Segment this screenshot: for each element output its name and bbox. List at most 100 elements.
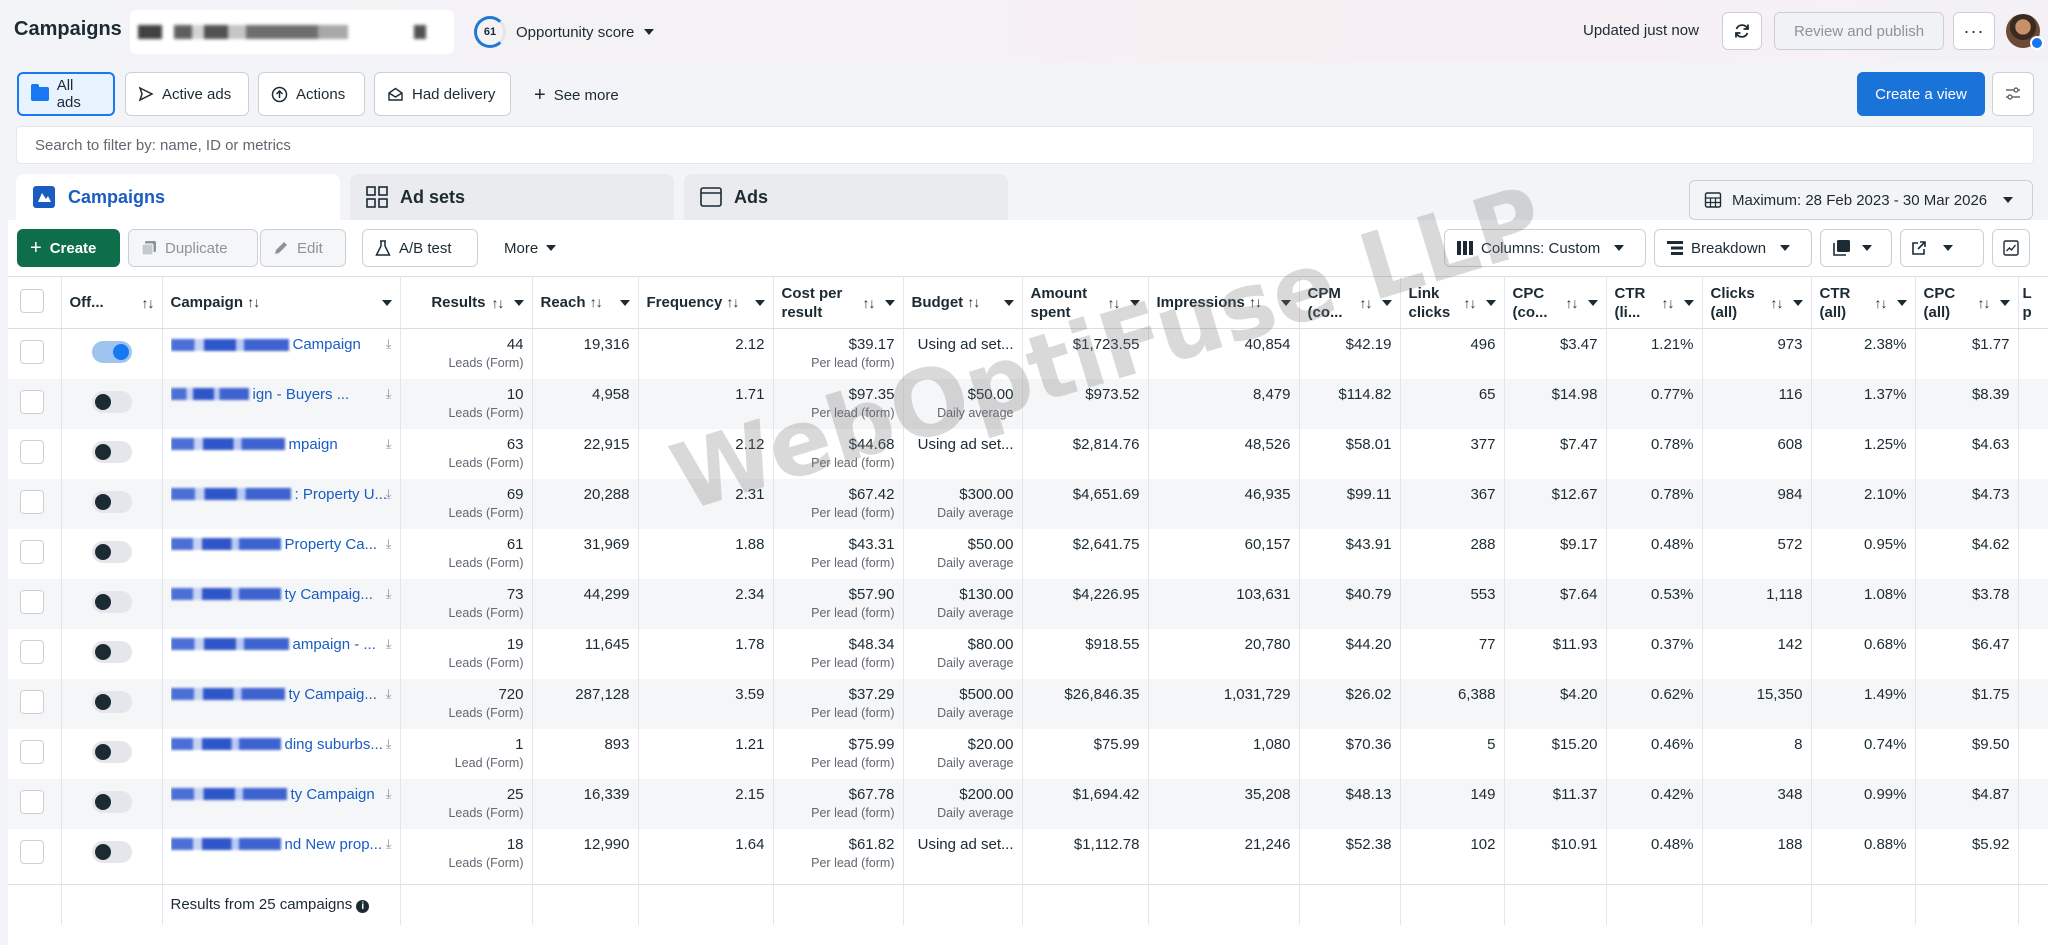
review-and-publish-button[interactable]: Review and publish bbox=[1774, 12, 1944, 50]
column-header-campaign[interactable]: Campaign ↑↓ bbox=[162, 276, 401, 329]
select-all-checkbox[interactable] bbox=[20, 288, 44, 313]
column-header-results[interactable]: Results ↑↓ bbox=[400, 276, 533, 329]
campaign-name-link[interactable]: mpaign bbox=[170, 436, 386, 453]
table-row[interactable]: ty Campaig... ⤓ 720 Leads (Form) 287,128 3.59… bbox=[8, 678, 2048, 729]
row-checkbox[interactable] bbox=[20, 839, 44, 864]
export-button[interactable] bbox=[1900, 229, 1984, 267]
reports-button[interactable] bbox=[1820, 229, 1892, 267]
chevron-down-icon[interactable] bbox=[1587, 299, 1598, 306]
search-input[interactable] bbox=[35, 136, 2033, 154]
chevron-down-icon[interactable] bbox=[513, 299, 524, 306]
sort-icon[interactable]: ↑↓ bbox=[967, 294, 980, 310]
table-row[interactable]: nd New prop... ⤓ 18 Leads (Form) 12,990 1.64 $… bbox=[8, 828, 2048, 879]
table-row[interactable]: ding suburbs... ⤓ 1 Lead (Form) 893 1.21 $75.9… bbox=[8, 728, 2048, 779]
column-header-cpc[interactable]: CPC (co... ↑↓ bbox=[1504, 276, 1607, 329]
column-header-off[interactable]: Off... ↑↓ bbox=[61, 276, 163, 329]
delivery-toggle[interactable] bbox=[91, 440, 132, 463]
row-checkbox[interactable] bbox=[20, 389, 44, 414]
duplicate-button[interactable]: Duplicate bbox=[128, 229, 258, 267]
row-checkbox[interactable] bbox=[20, 340, 44, 364]
delivery-toggle[interactable] bbox=[91, 341, 132, 363]
table-row[interactable]: : Property U... ⤓ 69 Leads (Form) 20,288 2.31… bbox=[8, 478, 2048, 529]
view-tab-actions[interactable]: Actions bbox=[258, 72, 365, 116]
row-checkbox[interactable] bbox=[20, 589, 44, 614]
table-row[interactable]: ign - Buyers ... ⤓ 10 Leads (Form) 4,958 1.71… bbox=[8, 378, 2048, 429]
column-header-reach[interactable]: Reach ↑↓ bbox=[532, 276, 639, 329]
date-range-picker[interactable]: Maximum: 28 Feb 2023 - 30 Mar 2026 bbox=[1689, 180, 2033, 220]
delivery-toggle[interactable] bbox=[91, 540, 132, 563]
view-tab-all-ads[interactable]: All ads bbox=[17, 72, 115, 116]
column-header-cost-per-result[interactable]: Cost per result ↑↓ bbox=[773, 276, 904, 329]
table-row[interactable]: Campaign ⤓ 44 Leads (Form) 19,316 2.12 $39.17 P… bbox=[8, 328, 2048, 379]
chevron-down-icon[interactable] bbox=[1003, 299, 1014, 306]
campaign-name-link[interactable]: ding suburbs... bbox=[170, 736, 386, 753]
sort-icon[interactable]: ↑↓ bbox=[1978, 295, 1991, 311]
view-settings-button[interactable] bbox=[1992, 72, 2034, 116]
column-header-clicks-all[interactable]: Clicks (all) ↑↓ bbox=[1702, 276, 1812, 329]
more-options-button[interactable]: ··· bbox=[1953, 12, 1995, 50]
delivery-toggle[interactable] bbox=[91, 390, 132, 413]
row-checkbox[interactable] bbox=[20, 439, 44, 464]
sort-icon[interactable]: ↑↓ bbox=[1875, 295, 1888, 311]
more-actions-button[interactable]: More bbox=[492, 229, 572, 267]
column-header-landing-page[interactable]: L p bbox=[2018, 276, 2048, 329]
campaign-name-link[interactable]: ty Campaig... bbox=[170, 686, 386, 703]
view-tab-active-ads[interactable]: Active ads bbox=[125, 72, 249, 116]
table-row[interactable]: ty Campaign ⤓ 25 Leads (Form) 16,339 2.15 $67.… bbox=[8, 778, 2048, 829]
info-icon[interactable]: i bbox=[356, 900, 370, 914]
opportunity-score[interactable]: 61 Opportunity score bbox=[474, 16, 655, 48]
chevron-down-icon[interactable] bbox=[1999, 299, 2010, 306]
chevron-down-icon[interactable] bbox=[1129, 299, 1140, 306]
campaign-name-link[interactable]: nd New prop... bbox=[170, 836, 386, 853]
sort-icon[interactable]: ↑↓ bbox=[590, 294, 603, 310]
table-row[interactable]: Property Ca... ⤓ 61 Leads (Form) 31,969 1.88 $… bbox=[8, 528, 2048, 579]
row-checkbox[interactable] bbox=[20, 489, 44, 514]
delivery-toggle[interactable] bbox=[91, 790, 132, 813]
chevron-down-icon[interactable] bbox=[1896, 299, 1907, 306]
chevron-down-icon[interactable] bbox=[1280, 299, 1291, 306]
column-header-link-clicks[interactable]: Link clicks ↑↓ bbox=[1400, 276, 1505, 329]
chevron-down-icon[interactable] bbox=[1485, 299, 1496, 306]
column-header-budget[interactable]: Budget ↑↓ bbox=[903, 276, 1023, 329]
view-tab-had-delivery[interactable]: Had delivery bbox=[374, 72, 511, 116]
campaign-name-link[interactable]: : Property U... bbox=[170, 486, 386, 503]
row-checkbox[interactable] bbox=[20, 639, 44, 664]
sort-icon[interactable]: ↑↓ bbox=[863, 295, 876, 311]
create-view-button[interactable]: Create a view bbox=[1857, 72, 1985, 116]
delivery-toggle[interactable] bbox=[91, 490, 132, 513]
refresh-button[interactable] bbox=[1722, 12, 1762, 50]
see-more-button[interactable]: + See more bbox=[534, 84, 619, 107]
column-header-impressions[interactable]: Impressions ↑↓ bbox=[1148, 276, 1300, 329]
campaign-name-link[interactable]: Property Ca... bbox=[170, 536, 386, 553]
delivery-toggle[interactable] bbox=[91, 640, 132, 663]
tab-ads[interactable]: Ads bbox=[684, 174, 1008, 220]
row-checkbox[interactable] bbox=[20, 739, 44, 764]
chevron-down-icon[interactable] bbox=[884, 299, 895, 306]
campaign-name-link[interactable]: ign - Buyers ... bbox=[170, 386, 386, 403]
tab-campaigns[interactable]: Campaigns bbox=[16, 174, 340, 220]
charts-button[interactable] bbox=[1992, 229, 2030, 267]
column-header-amount-spent[interactable]: Amount spent ↑↓ bbox=[1022, 276, 1149, 329]
campaign-name-link[interactable]: ty Campaign bbox=[170, 786, 386, 803]
chevron-down-icon[interactable] bbox=[1792, 299, 1803, 306]
chevron-down-icon[interactable] bbox=[381, 299, 392, 306]
ab-test-button[interactable]: A/B test bbox=[362, 229, 478, 267]
edit-button[interactable]: Edit bbox=[260, 229, 346, 267]
chevron-down-icon[interactable] bbox=[619, 299, 630, 306]
sort-icon[interactable]: ↑↓ bbox=[1108, 295, 1121, 311]
column-header-ctr-all[interactable]: CTR (all) ↑↓ bbox=[1811, 276, 1916, 329]
campaign-name-link[interactable]: ty Campaig... bbox=[170, 586, 386, 603]
delivery-toggle[interactable] bbox=[91, 590, 132, 613]
sort-icon[interactable]: ↑↓ bbox=[142, 295, 155, 311]
row-checkbox[interactable] bbox=[20, 689, 44, 714]
row-checkbox[interactable] bbox=[20, 789, 44, 814]
chevron-down-icon[interactable] bbox=[1683, 299, 1694, 306]
delivery-toggle[interactable] bbox=[91, 690, 132, 713]
sort-icon[interactable]: ↑↓ bbox=[1662, 295, 1675, 311]
delivery-toggle[interactable] bbox=[91, 740, 132, 763]
sort-icon[interactable]: ↑↓ bbox=[1464, 295, 1477, 311]
table-row[interactable]: ty Campaig... ⤓ 73 Leads (Form) 44,299 2.34 $5… bbox=[8, 578, 2048, 629]
campaign-name-link[interactable]: ampaign - ... bbox=[170, 636, 386, 653]
sort-icon[interactable]: ↑↓ bbox=[1566, 295, 1579, 311]
campaign-name-link[interactable]: Campaign bbox=[170, 336, 386, 353]
